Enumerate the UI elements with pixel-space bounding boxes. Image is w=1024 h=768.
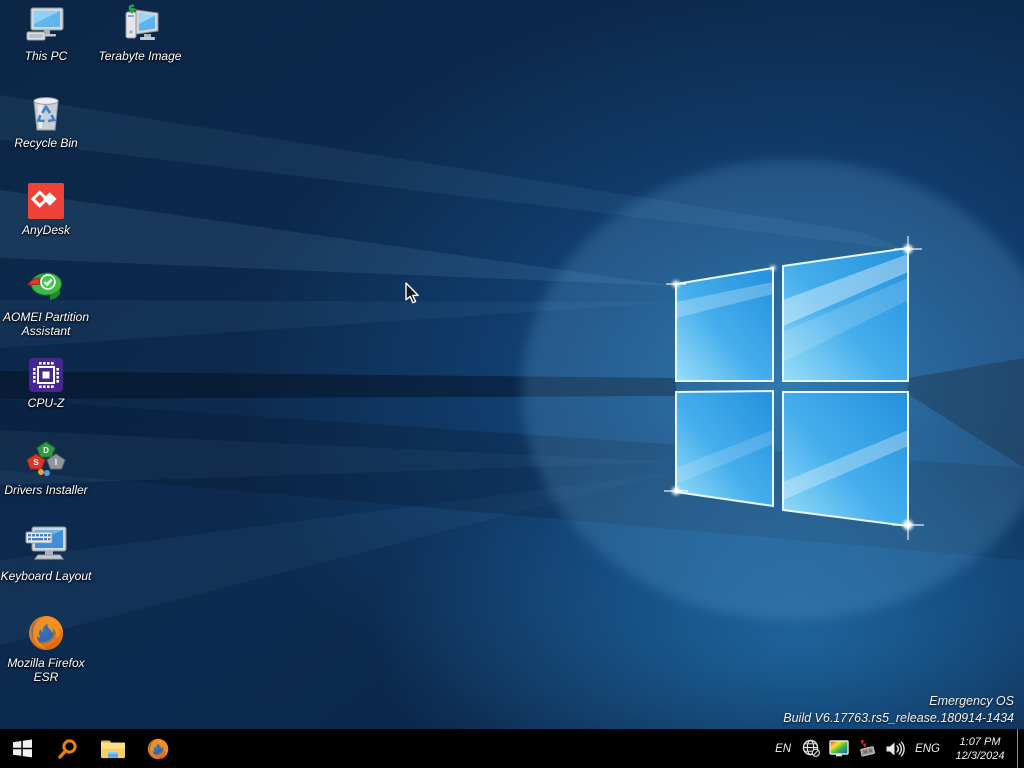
keyboard-language-indicator[interactable]: ENG: [912, 743, 943, 755]
anydesk-icon: [24, 178, 68, 220]
start-button[interactable]: [0, 729, 45, 768]
os-build-watermark: Emergency OS Build V6.17763.rs5_release.…: [783, 693, 1014, 727]
speaker-icon: [885, 740, 906, 758]
windows-start-icon: [12, 738, 33, 759]
desktop-icon-label: AnyDesk: [0, 223, 92, 237]
taskbar-clock[interactable]: 1:07 PM 12/3/2024: [949, 735, 1011, 763]
network-status-button[interactable]: [800, 729, 822, 768]
system-tray: EN: [772, 729, 1024, 768]
desktop-icon-label: Terabyte Image: [94, 49, 186, 63]
firefox-taskbar-button[interactable]: [135, 729, 180, 768]
desktop-icon-this-pc[interactable]: This PC: [0, 4, 92, 63]
desktop-icon-drivers-installer[interactable]: D S I Drivers Installer: [0, 438, 92, 497]
network-globe-offline-icon: [802, 739, 821, 758]
desktop-icon-keyboard-layout[interactable]: Keyboard Layout: [0, 524, 92, 583]
search-icon: [57, 738, 79, 760]
clock-date: 12/3/2024: [955, 749, 1005, 763]
desktop-icon-cpu-z[interactable]: CPU-Z: [0, 351, 92, 410]
display-settings-button[interactable]: [828, 729, 850, 768]
taskbar: EN: [0, 729, 1024, 768]
search-button[interactable]: [45, 729, 90, 768]
desktop-icon-aomei-partition-assistant[interactable]: AOMEI Partition Assistant: [0, 265, 92, 338]
desktop-icon-label: Recycle Bin: [0, 136, 92, 150]
firefox-icon: [146, 737, 170, 761]
desktop-icon-label: CPU-Z: [0, 396, 92, 410]
desktop-icon-label: AOMEI Partition Assistant: [0, 310, 92, 338]
file-explorer-icon: [100, 738, 126, 760]
windows-hero-wallpaper: [0, 0, 1024, 729]
input-indicator[interactable]: EN: [772, 743, 794, 755]
watermark-build-string: Build V6.17763.rs5_release.180914-1434: [783, 710, 1014, 727]
safely-remove-hardware-icon: [857, 739, 877, 758]
show-desktop-button[interactable]: [1017, 729, 1022, 768]
svg-text:S: S: [33, 458, 39, 467]
clock-time: 1:07 PM: [955, 735, 1005, 749]
display-color-icon: [829, 740, 849, 758]
desktop-icon-anydesk[interactable]: AnyDesk: [0, 178, 92, 237]
safely-remove-hardware-button[interactable]: [856, 729, 878, 768]
this-pc-icon: [24, 4, 68, 46]
recycle-bin-icon: [24, 91, 68, 133]
svg-text:D: D: [43, 446, 49, 455]
terabyte-image-icon: [118, 4, 162, 46]
desktop-icon-mozilla-firefox-esr[interactable]: Mozilla Firefox ESR: [0, 611, 92, 684]
desktop-icon-terabyte-image[interactable]: Terabyte Image: [94, 4, 186, 63]
keyboard-layout-icon: [24, 524, 68, 566]
watermark-os-name: Emergency OS: [783, 693, 1014, 710]
desktop-icon-label: Keyboard Layout: [0, 569, 92, 583]
svg-text:I: I: [55, 458, 57, 467]
volume-button[interactable]: [884, 729, 906, 768]
file-explorer-button[interactable]: [90, 729, 135, 768]
desktop-icon-recycle-bin[interactable]: Recycle Bin: [0, 91, 92, 150]
aomei-partition-assistant-icon: [24, 265, 68, 307]
cpu-z-icon: [24, 351, 68, 393]
desktop-screen: This PC: [0, 0, 1024, 768]
desktop-icon-label: This PC: [0, 49, 92, 63]
drivers-installer-icon: D S I: [24, 438, 68, 480]
desktop-icon-label: Drivers Installer: [0, 483, 92, 497]
firefox-esr-icon: [24, 611, 68, 653]
desktop-icon-label: Mozilla Firefox ESR: [0, 656, 92, 684]
